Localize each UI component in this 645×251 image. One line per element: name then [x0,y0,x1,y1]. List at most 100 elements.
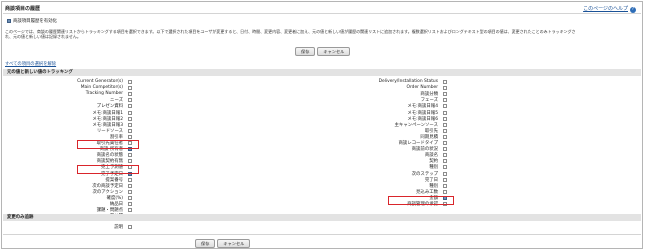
field-row[interactable]: 見込み工数 [416,189,447,195]
field-row[interactable]: 説明 [114,224,132,230]
field-checkbox[interactable] [443,116,447,121]
field-checkbox[interactable] [128,225,132,229]
field-row[interactable]: 次のアクション [92,189,132,195]
field-row[interactable]: 次の商談予定日 [92,183,132,189]
cancel-button[interactable]: キャンセル [217,239,251,248]
field-row[interactable]: 種別 [429,183,447,189]
save-button[interactable]: 保存 [195,239,216,248]
field-checkbox[interactable] [443,92,447,97]
field-row[interactable]: メモ:商談日報1 [92,110,132,116]
field-label: メモ:商談日報6 [407,116,438,122]
field-checkbox[interactable] [128,134,132,139]
field-checkbox[interactable] [128,195,132,200]
field-checkbox[interactable] [128,202,132,206]
field-label: フェーズ [420,98,438,104]
field-row[interactable]: Current Generator(s) [77,79,132,84]
field-row[interactable]: Order Number [406,85,447,90]
field-row[interactable]: 主キャンペーンソース [395,122,447,128]
field-row[interactable]: メモ:商談日報3 [92,122,132,128]
field-checkbox[interactable] [128,116,132,121]
field-label: メモ:商談日報3 [92,122,123,128]
field-row[interactable]: メモ:商談日報5 [407,110,447,116]
field-checkbox[interactable] [443,98,447,103]
field-row[interactable]: 商談名の状態 [97,152,132,158]
field-row[interactable]: 確度(%) [107,195,132,201]
field-checkbox[interactable] [128,98,132,103]
field-checkbox[interactable] [128,208,132,213]
field-checkbox[interactable] [443,147,447,152]
field-checkbox[interactable] [128,183,132,188]
field-checkbox[interactable] [443,171,447,176]
field-row[interactable]: メモ:商談日報6 [407,116,447,122]
field-row[interactable]: 提案番号 [105,177,132,183]
field-checkbox[interactable] [128,177,132,182]
field-row[interactable]: Tracking Number [86,91,132,96]
field-row[interactable]: 次のステップ [412,171,447,177]
field-label: 同期見積 [420,134,438,140]
help-link-label[interactable]: このページのヘルプ [583,6,628,12]
field-label: 契約 [429,159,438,165]
field-row[interactable]: プレゼン資料 [97,103,132,109]
field-row[interactable]: Main Competitor(s) [81,85,132,90]
field-label: Current Generator(s) [77,79,123,84]
field-checkbox[interactable] [443,153,447,158]
field-row[interactable]: メモ:商談日報2 [92,116,132,122]
field-checkbox[interactable] [443,183,447,188]
field-row[interactable]: 完了日 [425,177,447,183]
field-checkbox[interactable] [443,141,447,145]
enable-history-checkbox[interactable] [7,19,11,23]
deselect-all-link[interactable]: すべての項目の選択を解除 [5,61,56,67]
field-row[interactable]: 取引先 [425,128,447,134]
field-row[interactable]: 商談契約有無 [97,158,132,164]
field-row[interactable]: Delivery/Installation Status [379,79,447,84]
field-row[interactable]: フェーズ [421,97,447,103]
field-label: リードソース [96,128,123,134]
field-checkbox[interactable] [443,128,447,133]
field-checkbox[interactable] [443,104,447,109]
cancel-button[interactable]: キャンセル [317,47,351,56]
field-row[interactable]: 割引率 [110,134,132,140]
field-checkbox[interactable] [128,128,132,133]
field-checkbox[interactable] [128,91,132,96]
field-checkbox[interactable] [128,110,132,115]
field-checkbox[interactable] [128,85,132,90]
field-row[interactable]: 契約 [429,158,447,164]
field-row[interactable]: 同期見積 [420,134,447,140]
field-checkbox[interactable] [128,104,132,109]
field-label: 次のステップ [411,171,438,177]
field-label: 次の商談予定日 [92,183,123,189]
save-button[interactable]: 保存 [295,47,316,56]
field-label: ニーズ [110,98,123,104]
field-checkbox[interactable] [443,110,447,115]
field-row[interactable]: リードソース [97,128,132,134]
field-checkbox[interactable] [443,177,447,182]
field-checkbox[interactable] [443,165,447,170]
field-checkbox[interactable] [128,122,132,127]
field-checkbox[interactable] [443,134,447,139]
field-row[interactable]: 商談前の状況 [412,146,447,152]
field-label: Tracking Number [85,91,123,97]
field-checkbox[interactable] [443,85,447,90]
field-row[interactable]: メモ:商談日報4 [407,103,447,109]
field-row[interactable]: 課題・問題点 [97,207,132,213]
field-row[interactable]: 種別 [429,164,447,170]
field-checkbox[interactable] [128,79,132,84]
field-checkbox[interactable] [128,189,132,194]
field-label: 見込み工数 [416,189,438,195]
field-row[interactable]: ニーズ [110,97,132,103]
field-label: メモ:商談日報4 [407,104,438,110]
field-label: 種別 [429,165,438,171]
field-checkbox[interactable] [128,159,132,164]
field-row[interactable]: 商談分類 [420,91,447,97]
highlight-box [388,196,454,205]
field-checkbox[interactable] [443,189,447,194]
field-row[interactable]: 納品日 [110,201,132,207]
field-checkbox[interactable] [128,153,132,158]
field-checkbox[interactable] [443,79,447,84]
field-checkbox[interactable] [443,159,447,164]
help-link[interactable]: このページのヘルプ? [583,5,636,13]
field-row[interactable]: 商談レコードタイプ [398,140,447,146]
field-checkbox[interactable] [443,122,447,127]
field-row[interactable]: 商談名 [425,152,447,158]
enable-history-row[interactable]: 商談項目履歴を有効化 [7,18,57,24]
